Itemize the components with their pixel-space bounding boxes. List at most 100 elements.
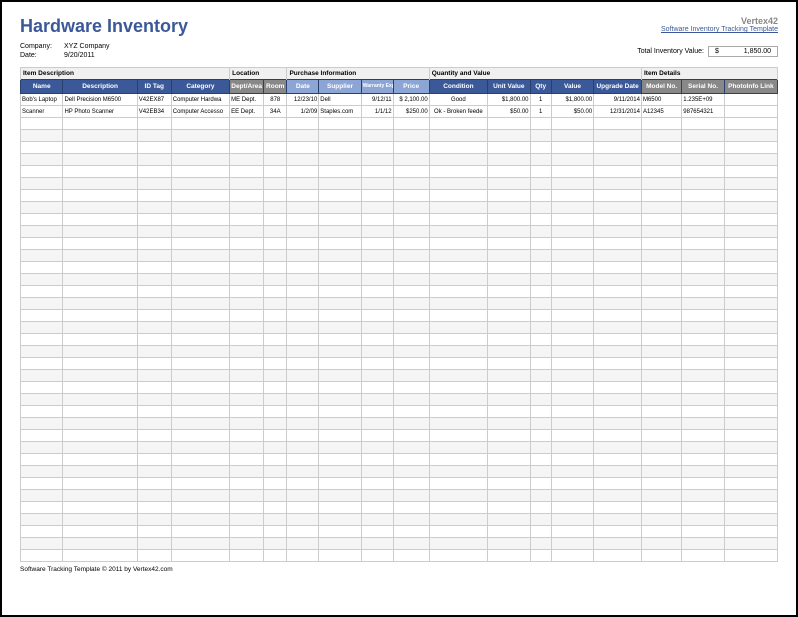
empty-cell[interactable] bbox=[530, 478, 551, 490]
empty-cell[interactable] bbox=[319, 394, 361, 406]
empty-cell[interactable] bbox=[287, 274, 319, 286]
empty-cell[interactable] bbox=[63, 322, 137, 334]
empty-cell[interactable] bbox=[682, 370, 724, 382]
empty-cell[interactable] bbox=[641, 466, 681, 478]
empty-cell[interactable] bbox=[551, 166, 593, 178]
empty-cell[interactable] bbox=[230, 466, 264, 478]
empty-cell[interactable] bbox=[63, 478, 137, 490]
empty-cell[interactable] bbox=[319, 430, 361, 442]
empty-cell[interactable] bbox=[361, 478, 393, 490]
empty-cell[interactable] bbox=[171, 394, 229, 406]
empty-cell[interactable] bbox=[429, 298, 487, 310]
empty-cell[interactable] bbox=[641, 274, 681, 286]
empty-cell[interactable] bbox=[682, 346, 724, 358]
empty-cell[interactable] bbox=[682, 358, 724, 370]
empty-cell[interactable] bbox=[488, 550, 530, 562]
empty-cell[interactable] bbox=[264, 394, 287, 406]
empty-cell[interactable] bbox=[594, 370, 642, 382]
cell-upgrade[interactable]: 12/31/2014 bbox=[594, 106, 642, 118]
empty-cell[interactable] bbox=[724, 442, 777, 454]
empty-cell[interactable] bbox=[137, 190, 171, 202]
empty-cell[interactable] bbox=[63, 370, 137, 382]
empty-cell[interactable] bbox=[393, 250, 429, 262]
cell-name[interactable]: Scanner bbox=[21, 106, 63, 118]
empty-cell[interactable] bbox=[361, 334, 393, 346]
empty-cell[interactable] bbox=[230, 454, 264, 466]
empty-cell[interactable] bbox=[641, 490, 681, 502]
empty-cell[interactable] bbox=[724, 202, 777, 214]
empty-cell[interactable] bbox=[594, 346, 642, 358]
empty-cell[interactable] bbox=[530, 166, 551, 178]
empty-cell[interactable] bbox=[594, 238, 642, 250]
empty-cell[interactable] bbox=[171, 454, 229, 466]
empty-cell[interactable] bbox=[361, 466, 393, 478]
empty-cell[interactable] bbox=[63, 430, 137, 442]
empty-cell[interactable] bbox=[63, 118, 137, 130]
empty-cell[interactable] bbox=[21, 250, 63, 262]
empty-cell[interactable] bbox=[171, 202, 229, 214]
empty-cell[interactable] bbox=[682, 550, 724, 562]
table-row[interactable] bbox=[21, 406, 778, 418]
table-row[interactable] bbox=[21, 370, 778, 382]
empty-cell[interactable] bbox=[287, 298, 319, 310]
empty-cell[interactable] bbox=[63, 382, 137, 394]
empty-cell[interactable] bbox=[171, 358, 229, 370]
empty-cell[interactable] bbox=[230, 514, 264, 526]
empty-cell[interactable] bbox=[361, 202, 393, 214]
empty-cell[interactable] bbox=[551, 394, 593, 406]
empty-cell[interactable] bbox=[551, 214, 593, 226]
empty-cell[interactable] bbox=[287, 370, 319, 382]
empty-cell[interactable] bbox=[171, 466, 229, 478]
empty-cell[interactable] bbox=[488, 406, 530, 418]
cell-photo[interactable] bbox=[724, 94, 777, 106]
empty-cell[interactable] bbox=[230, 370, 264, 382]
cell-serial[interactable]: 987654321 bbox=[682, 106, 724, 118]
empty-cell[interactable] bbox=[724, 262, 777, 274]
table-row[interactable] bbox=[21, 262, 778, 274]
empty-cell[interactable] bbox=[488, 478, 530, 490]
empty-cell[interactable] bbox=[393, 538, 429, 550]
empty-cell[interactable] bbox=[594, 214, 642, 226]
empty-cell[interactable] bbox=[551, 370, 593, 382]
empty-cell[interactable] bbox=[319, 406, 361, 418]
empty-cell[interactable] bbox=[63, 130, 137, 142]
empty-cell[interactable] bbox=[429, 430, 487, 442]
empty-cell[interactable] bbox=[63, 394, 137, 406]
empty-cell[interactable] bbox=[488, 490, 530, 502]
empty-cell[interactable] bbox=[264, 274, 287, 286]
empty-cell[interactable] bbox=[319, 190, 361, 202]
cell-description[interactable]: Dell Precision M6500 bbox=[63, 94, 137, 106]
empty-cell[interactable] bbox=[319, 274, 361, 286]
empty-cell[interactable] bbox=[137, 154, 171, 166]
empty-cell[interactable] bbox=[361, 214, 393, 226]
col-room[interactable]: Room bbox=[264, 80, 287, 94]
empty-cell[interactable] bbox=[361, 502, 393, 514]
empty-cell[interactable] bbox=[21, 502, 63, 514]
empty-cell[interactable] bbox=[361, 454, 393, 466]
empty-cell[interactable] bbox=[230, 334, 264, 346]
empty-cell[interactable] bbox=[488, 142, 530, 154]
empty-cell[interactable] bbox=[21, 346, 63, 358]
empty-cell[interactable] bbox=[319, 442, 361, 454]
empty-cell[interactable] bbox=[171, 490, 229, 502]
empty-cell[interactable] bbox=[530, 442, 551, 454]
empty-cell[interactable] bbox=[21, 514, 63, 526]
table-row[interactable] bbox=[21, 346, 778, 358]
empty-cell[interactable] bbox=[63, 226, 137, 238]
empty-cell[interactable] bbox=[21, 130, 63, 142]
empty-cell[interactable] bbox=[682, 442, 724, 454]
empty-cell[interactable] bbox=[63, 514, 137, 526]
table-row[interactable] bbox=[21, 418, 778, 430]
empty-cell[interactable] bbox=[137, 358, 171, 370]
empty-cell[interactable] bbox=[264, 514, 287, 526]
empty-cell[interactable] bbox=[264, 358, 287, 370]
empty-cell[interactable] bbox=[287, 382, 319, 394]
empty-cell[interactable] bbox=[682, 334, 724, 346]
empty-cell[interactable] bbox=[361, 166, 393, 178]
empty-cell[interactable] bbox=[63, 286, 137, 298]
empty-cell[interactable] bbox=[724, 322, 777, 334]
empty-cell[interactable] bbox=[319, 226, 361, 238]
empty-cell[interactable] bbox=[641, 214, 681, 226]
empty-cell[interactable] bbox=[21, 238, 63, 250]
empty-cell[interactable] bbox=[594, 130, 642, 142]
